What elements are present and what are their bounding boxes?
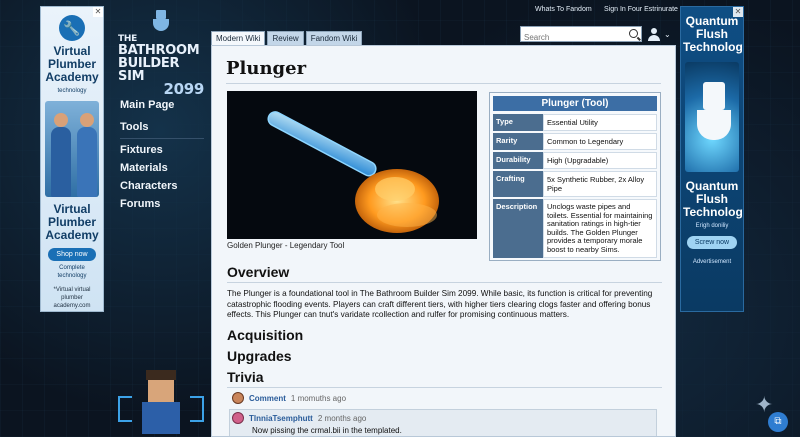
screw-now-button[interactable]: Screw now bbox=[686, 236, 738, 249]
shop-now-button[interactable]: Shop now bbox=[48, 248, 96, 261]
nav-main-page[interactable]: Main Page bbox=[120, 96, 204, 114]
left-advertisement[interactable]: ✕ 🔧 Virtual Plumber Academy technology V… bbox=[40, 6, 104, 312]
infobox-value: Essential Utility bbox=[543, 114, 657, 131]
sign-in-link[interactable]: Sign In Four Estrinurate bbox=[604, 6, 678, 13]
tab-fandom-wiki[interactable]: Fandom Wiki bbox=[305, 31, 363, 45]
upgrades-heading[interactable]: Upgrades bbox=[227, 348, 662, 366]
infobox-row: Description Unclogs waste pipes and toil… bbox=[493, 199, 657, 258]
comment-time: 2 months ago bbox=[317, 413, 367, 423]
nav-fixtures[interactable]: Fixtures bbox=[120, 141, 204, 159]
comment-item: Comment 1 momuths ago bbox=[232, 392, 346, 404]
pixel-avatar-art bbox=[116, 368, 206, 434]
page-title: Plunger bbox=[226, 58, 661, 84]
ad-close-icon[interactable]: ✕ bbox=[93, 7, 103, 17]
avatar[interactable] bbox=[232, 412, 244, 424]
infobox-key: Durability bbox=[493, 152, 543, 169]
toilet-icon bbox=[151, 10, 171, 32]
comment-item: TlnniaTsemphutt 2 months ago bbox=[232, 412, 366, 424]
infobox-value: 5x Synthetic Rubber, 2x Alloy Pipe bbox=[543, 171, 657, 197]
site-logo[interactable]: THE BATHROOM BUILDER SIM 2099 bbox=[118, 10, 204, 97]
user-icon[interactable] bbox=[648, 28, 660, 41]
search-icon[interactable] bbox=[629, 29, 638, 38]
search-box[interactable] bbox=[520, 26, 642, 45]
chevron-down-icon[interactable]: ⌄ bbox=[664, 30, 671, 39]
top-bar: Whats To Fandom Sign In Four Estrinurate bbox=[520, 3, 680, 19]
comment-author[interactable]: Comment bbox=[249, 394, 286, 403]
ad-footer: *Virtual virtual plumber academy.com bbox=[53, 287, 91, 309]
overview-heading: Overview bbox=[227, 264, 662, 283]
welcome-link[interactable]: Whats To Fandom bbox=[535, 6, 592, 13]
comment-author[interactable]: TlnniaTsemphutt bbox=[249, 414, 313, 423]
comment-time: 1 momuths ago bbox=[290, 393, 347, 403]
wrench-icon: 🔧 bbox=[59, 15, 85, 41]
infobox-value: High (Upgradable) bbox=[543, 152, 657, 169]
golden-plunger-illustration bbox=[227, 91, 477, 239]
plunger-image bbox=[227, 91, 477, 239]
ad-subtitle: Erigh doniliy bbox=[695, 223, 729, 229]
chat-icon[interactable]: ⧉ bbox=[768, 412, 788, 432]
nav-materials[interactable]: Materials bbox=[120, 159, 204, 177]
right-advertisement[interactable]: ✕ Quantum Flush Technology Quantum Flush… bbox=[680, 6, 744, 312]
trivia-heading[interactable]: Trivia bbox=[227, 369, 662, 388]
infobox-title: Plunger (Tool) bbox=[493, 96, 657, 111]
search-input[interactable] bbox=[521, 30, 621, 45]
nav-tools[interactable]: Tools bbox=[120, 118, 204, 139]
ad-subtitle: technology bbox=[57, 88, 87, 94]
acquisition-heading[interactable]: Acquisition bbox=[227, 327, 662, 345]
ad-title: Quantum Flush Technology bbox=[683, 14, 744, 54]
infobox-value: Unclogs waste pipes and toilets. Essenti… bbox=[543, 199, 657, 258]
infobox-row: Durability High (Upgradable) bbox=[493, 152, 657, 169]
nav-characters[interactable]: Characters bbox=[120, 177, 204, 195]
ad-title: Virtual Plumber Academy bbox=[45, 44, 99, 84]
ad-close-icon[interactable]: ✕ bbox=[733, 7, 743, 17]
infobox-key: Description bbox=[493, 199, 543, 258]
infobox: Plunger (Tool) Type Essential Utility Ra… bbox=[489, 92, 661, 261]
side-navigation: Main Page Tools Fixtures Materials Chara… bbox=[120, 96, 204, 213]
overview-text: The Plunger is a foundational tool in Th… bbox=[227, 289, 653, 319]
infobox-value: Common to Legendary bbox=[543, 133, 657, 150]
avatar[interactable] bbox=[232, 392, 244, 404]
ad-title-bottom: Virtual Plumber Academy bbox=[45, 202, 99, 242]
infobox-row: Rarity Common to Legendary bbox=[493, 133, 657, 150]
infobox-row: Type Essential Utility bbox=[493, 114, 657, 131]
toilet-image bbox=[685, 62, 739, 172]
article-content: Plunger Golden Plunger - Legendary Tool … bbox=[211, 45, 676, 437]
wiki-tabs: Modern Wiki Review Fandom Wiki bbox=[211, 31, 363, 45]
tab-review[interactable]: Review bbox=[267, 31, 304, 45]
comment-text: Now pissing the crmal.bii in the templat… bbox=[252, 426, 402, 435]
tab-modern-wiki[interactable]: Modern Wiki bbox=[211, 31, 266, 45]
infobox-key: Crafting bbox=[493, 171, 543, 197]
infobox-key: Type bbox=[493, 114, 543, 131]
plumbers-image bbox=[45, 101, 99, 197]
advertisement-label: Advertisement bbox=[692, 259, 732, 265]
infobox-key: Rarity bbox=[493, 133, 543, 150]
image-caption: Golden Plunger - Legendary Tool bbox=[227, 241, 345, 250]
infobox-row: Crafting 5x Synthetic Rubber, 2x Alloy P… bbox=[493, 171, 657, 197]
ad-title-bottom: Quantum Flush Technology bbox=[683, 179, 744, 219]
nav-forums[interactable]: Forums bbox=[120, 195, 204, 213]
ad-subtitle-bottom: Complete technology bbox=[57, 265, 87, 279]
